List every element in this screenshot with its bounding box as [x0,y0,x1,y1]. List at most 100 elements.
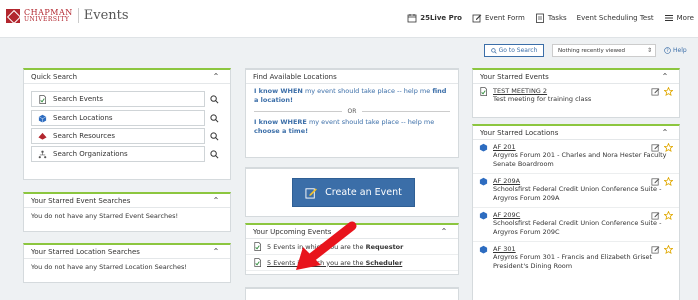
starred-location-item[interactable]: AF 209C Schoolsfirst Federal Credit Unio… [473,208,679,242]
go-to-search-label: Go to Search [498,47,538,54]
search-events-row[interactable]: Search Events [31,91,223,107]
search-locations-label: Search Locations [53,114,113,122]
starred-events-title: Your Starred Events [480,72,549,81]
nav-more-label: More [676,14,694,22]
starred-event-searches-panel: Your Starred Event Searches ⌃ You do not… [23,192,231,232]
collapse-chevron-icon[interactable]: ⌃ [209,195,223,207]
nav-event-form[interactable]: Event Form [472,13,525,23]
help-link[interactable]: ? Help [664,47,687,54]
search-icon [490,47,497,54]
divider [362,111,450,112]
event-doc-icon [254,242,261,251]
nav-25live-pro-label: 25Live Pro [420,14,462,22]
pencil-edit-icon [305,188,318,199]
starred-location-item[interactable]: AF 201 Argyros Forum 201 - Charles and N… [473,140,679,174]
app-name: Events [77,8,129,23]
starred-event-item[interactable]: TEST MEETING 2 Test meeting for training… [473,84,679,108]
recently-viewed-select[interactable]: Nothing recently viewed ⇕ [552,44,656,57]
collapse-chevron-icon[interactable]: ⌃ [658,71,672,83]
magnifier-icon [209,131,218,140]
choose-a-time-link[interactable]: choose a time! [254,127,308,135]
star-icon[interactable] [664,211,673,220]
create-event-button[interactable]: Create an Event [292,178,415,207]
help-label: Help [673,47,687,54]
upcoming-events-title: Your Upcoming Events [253,227,332,236]
chapman-logo[interactable]: CHAPMAN UNIVERSITY Events [6,8,129,23]
collapse-chevron-icon[interactable]: ⌃ [209,246,223,258]
magnifier-icon [209,149,218,158]
location-cube-icon [479,177,488,186]
starred-location-searches-panel: Your Starred Location Searches ⌃ You do … [23,243,231,283]
or-divider-label: OR [347,108,357,115]
starred-location-searches-title: Your Starred Location Searches [31,247,140,256]
hamburger-menu-icon [664,15,673,21]
starred-location-subtitle: Schoolsfirst Federal Credit Union Confer… [493,185,662,202]
search-locations-button[interactable] [205,110,223,126]
search-resources-row[interactable]: Search Resources [31,128,223,144]
search-organizations-label: Search Organizations [53,150,128,158]
search-organizations-button[interactable] [205,146,223,162]
search-events-label: Search Events [53,95,103,103]
search-locations-row[interactable]: Search Locations [31,110,223,126]
collapse-chevron-icon[interactable]: ⌃ [437,226,451,238]
nav-tasks[interactable]: Tasks [535,13,567,23]
top-nav: 25Live Pro Event Form Tasks Event Schedu… [407,13,694,23]
recently-viewed-value: Nothing recently viewed [558,47,626,54]
logo-line-1: CHAPMAN [24,7,73,17]
starred-location-subtitle: Schoolsfirst Federal Credit Union Confer… [493,219,662,236]
location-cube-icon [479,211,488,220]
nav-tasks-label: Tasks [547,14,567,22]
starred-location-item[interactable]: AF 301 Argyros Forum 301 - Francis and E… [473,242,679,275]
tasks-icon [535,13,544,23]
edit-icon[interactable] [651,211,660,220]
find-locations-title: Find Available Locations [253,72,337,81]
starred-locations-title: Your Starred Locations [480,128,559,137]
search-events-button[interactable] [205,91,223,107]
edit-icon[interactable] [651,245,660,254]
find-locations-panel: Find Available Locations I know WHEN my … [245,68,459,158]
starred-event-subtitle: Test meeting for training class [493,95,592,103]
organization-icon [38,150,47,158]
starred-location-title[interactable]: AF 209C [493,211,672,219]
location-cube-icon [38,114,47,123]
starred-location-item[interactable]: AF 209A Schoolsfirst Federal Credit Unio… [473,174,679,208]
nav-more[interactable]: More [664,13,694,23]
upcoming-events-scheduler-row[interactable]: 5 Events in which you are the Scheduler [246,255,458,271]
nav-25live-pro[interactable]: 25Live Pro [407,13,462,23]
search-resources-button[interactable] [205,128,223,144]
upcoming-events-panel: Your Upcoming Events ⌃ 5 Events in which… [245,223,459,275]
search-organizations-row[interactable]: Search Organizations [31,146,223,162]
starred-event-searches-empty: You do not have any Starred Event Search… [31,212,179,220]
starred-location-title[interactable]: AF 301 [493,245,672,253]
star-icon[interactable] [664,87,673,96]
resource-icon [38,132,47,140]
collapse-chevron-icon[interactable]: ⌃ [658,127,672,139]
starred-locations-panel: Your Starred Locations ⌃ AF 201 Argyros … [472,124,680,300]
find-by-when-text[interactable]: I know WHEN my event should take place -… [254,87,450,105]
collapse-chevron-icon[interactable]: ⌃ [209,71,223,83]
go-to-search-button[interactable]: Go to Search [484,44,544,57]
event-doc-icon [39,94,46,104]
starred-event-title[interactable]: TEST MEETING 2 [493,87,672,95]
starred-location-searches-empty: You do not have any Starred Location Sea… [31,263,187,271]
star-icon[interactable] [664,245,673,254]
starred-location-title[interactable]: AF 201 [493,143,672,151]
search-toolbar: Go to Search Nothing recently viewed ⇕ ?… [0,39,698,61]
magnifier-icon [209,113,218,122]
edit-icon [472,14,482,23]
divider [254,111,342,112]
logo-line-2: UNIVERSITY [24,15,70,23]
nav-event-form-label: Event Form [484,14,525,22]
edit-icon[interactable] [651,87,660,96]
find-by-where-text[interactable]: I know WHERE my event should take place … [254,118,450,136]
star-icon[interactable] [664,177,673,186]
location-cube-icon [479,245,488,254]
event-doc-icon [480,87,487,96]
edit-icon[interactable] [651,177,660,186]
edit-icon[interactable] [651,143,660,152]
create-event-label: Create an Event [325,187,402,198]
upcoming-events-requestor-row[interactable]: 5 Events in which you are the Requestor [246,239,458,255]
star-icon[interactable] [664,143,673,152]
starred-location-title[interactable]: AF 209A [493,177,672,185]
nav-scheduling-test[interactable]: Event Scheduling Test [577,14,654,22]
